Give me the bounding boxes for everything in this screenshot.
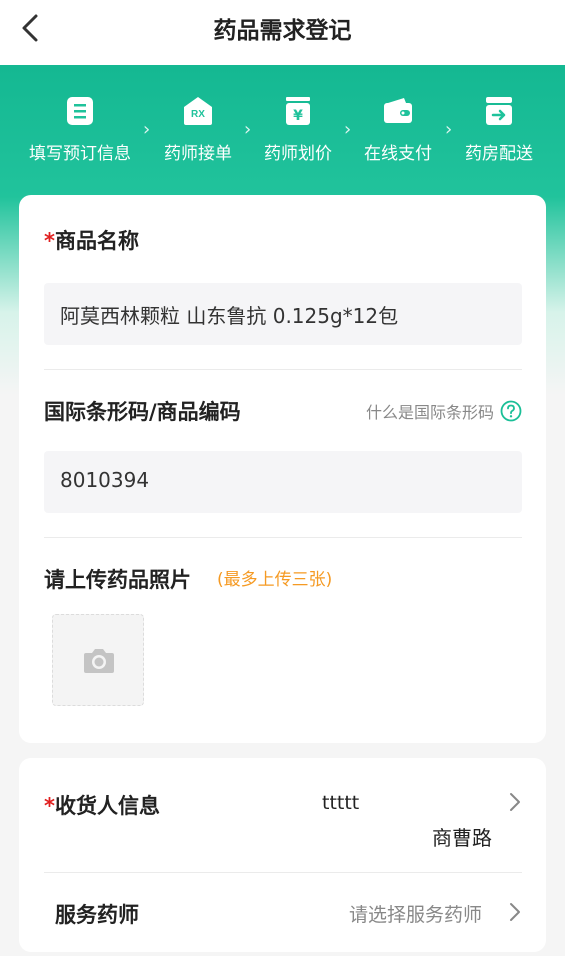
chevron-right-icon: [510, 793, 520, 811]
required-mark: *: [44, 229, 55, 253]
barcode-help-text: 什么是国际条形码: [365, 403, 494, 422]
step-label: 在线支付: [364, 144, 432, 164]
step-pharmacist-pricing: ¥ 药师划价: [243, 92, 353, 164]
step-online-payment: 在线支付: [343, 92, 453, 164]
product-info-card: *商品名称 阿莫西林颗粒 山东鲁抗 0.125g*12包 国际条形码/商品编码 …: [19, 195, 546, 743]
barcode-value: 8010394: [60, 468, 150, 492]
yen-price-icon: ¥: [286, 97, 310, 125]
step-label: 药房配送: [465, 144, 533, 164]
svg-text:¥: ¥: [293, 108, 303, 124]
step-label: 填写预订信息: [29, 144, 131, 164]
step-fill-info: 填写预订信息: [25, 92, 135, 164]
upload-photo-label: 请上传药品照片: [44, 568, 191, 592]
pharmacist-label: 服务药师: [55, 903, 139, 927]
photo-upload-button[interactable]: [52, 614, 144, 706]
wallet-icon: [384, 98, 412, 123]
receiver-address: 商曹路: [432, 826, 492, 850]
delivery-box-icon: [486, 97, 512, 125]
barcode-label: 国际条形码/商品编码: [44, 400, 241, 424]
product-name-label: *商品名称: [44, 229, 139, 253]
divider: [44, 537, 522, 538]
barcode-input[interactable]: 8010394: [44, 451, 522, 513]
delivery-info-card: *收货人信息 ttttt 商曹路 服务药师 请选择服务药师: [19, 758, 546, 952]
product-name-value: 阿莫西林颗粒 山东鲁抗 0.125g*12包: [60, 304, 399, 328]
page-title: 药品需求登记: [213, 18, 352, 44]
receiver-info-label: *收货人信息: [44, 794, 160, 818]
rx-icon: RX: [184, 97, 212, 125]
divider: [44, 872, 522, 873]
nav-bar: 药品需求登记: [0, 0, 565, 65]
receiver-name: ttttt: [322, 792, 360, 814]
svg-text:RX: RX: [191, 109, 205, 120]
step-label: 药师划价: [264, 144, 332, 164]
step-pharmacy-delivery: 药房配送: [444, 92, 554, 164]
chevron-right-icon: [510, 903, 520, 921]
divider: [44, 369, 522, 370]
required-mark: *: [44, 794, 55, 818]
step-label: 药师接单: [164, 144, 232, 164]
camera-icon: [84, 649, 114, 673]
step-pharmacist-accept: RX 药师接单: [143, 92, 253, 164]
process-steps: 填写预订信息 › RX 药师接单 › ¥ 药师划价 › 在线支付 › 药房配送: [0, 92, 565, 172]
question-circle-icon: [500, 400, 522, 422]
barcode-help-link[interactable]: 什么是国际条形码: [366, 399, 522, 423]
pharmacist-placeholder: 请选择服务药师: [349, 904, 483, 926]
product-name-input[interactable]: 阿莫西林颗粒 山东鲁抗 0.125g*12包: [44, 283, 522, 345]
upload-limit-hint: (最多上传三张): [217, 570, 333, 590]
list-doc-icon: [67, 97, 93, 125]
